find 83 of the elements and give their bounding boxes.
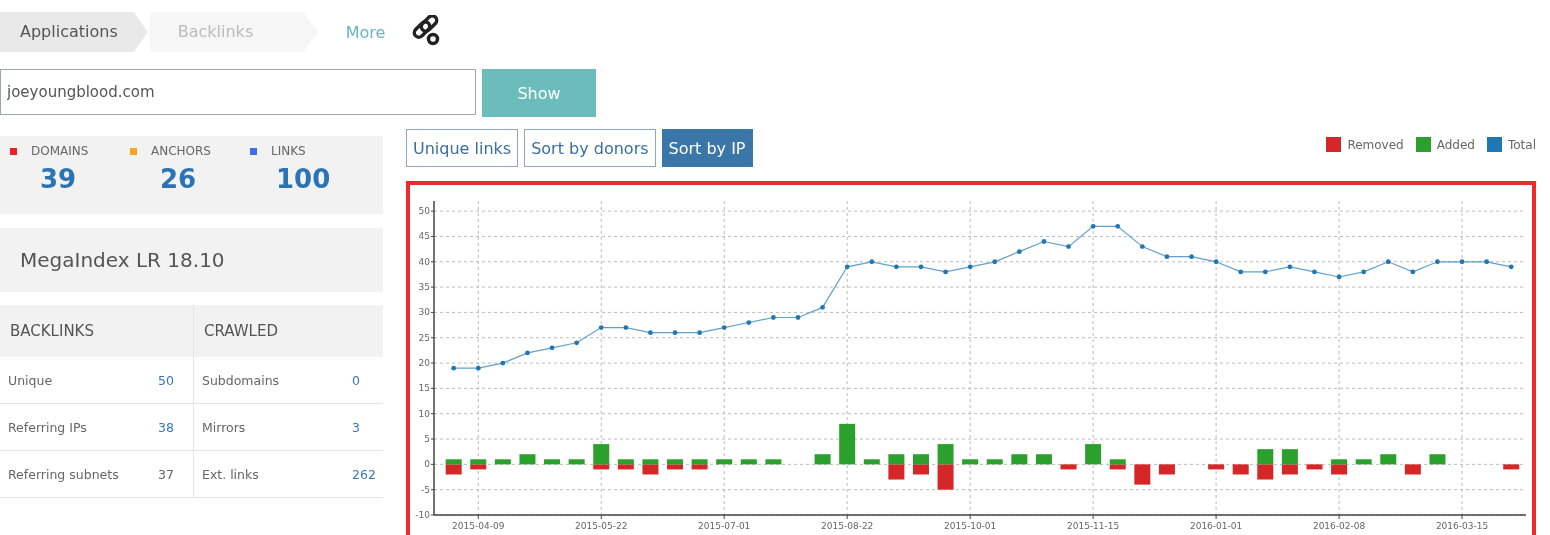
stat-label: LINKS bbox=[271, 144, 306, 158]
view-tab[interactable]: Unique links bbox=[406, 129, 519, 167]
bar bbox=[1208, 464, 1225, 470]
stat-label: ANCHORS bbox=[151, 144, 211, 158]
bar bbox=[1355, 459, 1372, 465]
y-tick-label: 45 bbox=[418, 231, 430, 242]
bar bbox=[814, 454, 831, 465]
y-tick-label: 5 bbox=[424, 434, 430, 445]
y-tick-label: 15 bbox=[418, 383, 430, 394]
x-tick-label: 2016-01-01 bbox=[1189, 521, 1243, 531]
bar bbox=[716, 459, 733, 465]
value-link[interactable]: 50 bbox=[158, 372, 174, 388]
breadcrumb-item[interactable]: Applications bbox=[0, 12, 148, 52]
legend-label: Added bbox=[1436, 137, 1475, 152]
bar bbox=[1060, 464, 1077, 470]
y-tick-label: 50 bbox=[418, 206, 430, 217]
stat-label: DOMAINS bbox=[31, 144, 89, 158]
y-tick-label: 30 bbox=[418, 307, 430, 318]
x-tick-label: 2015-07-01 bbox=[698, 521, 751, 531]
bar bbox=[912, 464, 929, 475]
stat-value: 26 bbox=[160, 164, 197, 194]
bar bbox=[1404, 464, 1421, 475]
bar bbox=[1158, 464, 1175, 475]
table-cell-text: Mirrors bbox=[202, 419, 247, 435]
x-tick-label: 2015-10-01 bbox=[944, 521, 997, 531]
bar bbox=[1134, 464, 1151, 485]
domain-input[interactable]: joeyoungblood.com bbox=[0, 69, 476, 115]
table-cell: 37 bbox=[158, 466, 174, 482]
x-tick-label: 2015-11-15 bbox=[1067, 521, 1120, 531]
table-cell-text: Unique bbox=[8, 372, 54, 388]
table-cell-text: Subdomains bbox=[202, 372, 281, 388]
table-cell-text: Referring subnets bbox=[8, 466, 120, 482]
x-tick-label: 2016-02-08 bbox=[1312, 521, 1366, 531]
bar bbox=[519, 454, 536, 465]
rating-text: MegaIndex LR 18.10 bbox=[20, 248, 225, 272]
x-tick-label: 2015-08-22 bbox=[821, 521, 874, 531]
x-tick-label: 2015-04-09 bbox=[452, 521, 505, 531]
x-tick-label: 2016-03-15 bbox=[1435, 521, 1489, 531]
y-tick-label: 40 bbox=[418, 256, 430, 267]
y-tick-label: 35 bbox=[418, 282, 430, 293]
value-link[interactable]: 3 bbox=[352, 419, 360, 435]
y-tick-label: 25 bbox=[418, 332, 430, 343]
bar bbox=[1257, 449, 1274, 465]
bar bbox=[1035, 454, 1052, 465]
value-link[interactable]: 38 bbox=[158, 419, 174, 435]
bar bbox=[1085, 444, 1102, 465]
header-text: BACKLINKS bbox=[10, 322, 94, 340]
y-tick-label: -10 bbox=[415, 510, 430, 520]
table-cell-text: Ext. links bbox=[202, 466, 260, 482]
bar bbox=[568, 459, 585, 465]
bar bbox=[494, 459, 511, 465]
y-tick-label: 20 bbox=[418, 358, 430, 369]
legend-label: Total bbox=[1507, 137, 1536, 152]
bar bbox=[1011, 454, 1028, 465]
bar bbox=[937, 464, 954, 490]
bar bbox=[1257, 464, 1274, 480]
bar bbox=[544, 459, 561, 465]
y-tick-label: 10 bbox=[418, 408, 430, 419]
x-tick-label: 2015-05-22 bbox=[575, 521, 628, 531]
bar bbox=[1503, 464, 1520, 470]
header-text: CRAWLED bbox=[204, 322, 278, 340]
bar bbox=[912, 454, 929, 465]
value-link[interactable]: 0 bbox=[352, 372, 360, 388]
bar bbox=[986, 459, 1003, 465]
bar bbox=[1232, 464, 1249, 475]
table-cell-text: Referring IPs bbox=[8, 419, 88, 435]
bar bbox=[937, 444, 954, 465]
stat-value: 100 bbox=[276, 164, 331, 194]
bar bbox=[863, 459, 880, 465]
value-link[interactable]: 262 bbox=[352, 466, 376, 482]
bar bbox=[765, 459, 782, 465]
bar bbox=[1380, 454, 1397, 465]
view-tab[interactable]: Sort by donors bbox=[524, 129, 656, 167]
bar bbox=[1306, 464, 1323, 470]
view-tab[interactable]: Sort by IP bbox=[661, 129, 753, 167]
bar bbox=[839, 423, 856, 465]
bar bbox=[740, 459, 757, 465]
legend-label: Removed bbox=[1347, 137, 1404, 152]
y-tick-label: 0 bbox=[424, 459, 430, 470]
stat-value: 39 bbox=[40, 164, 77, 194]
bar bbox=[1429, 454, 1446, 465]
bar bbox=[962, 459, 979, 465]
y-tick-label: -5 bbox=[421, 484, 430, 495]
